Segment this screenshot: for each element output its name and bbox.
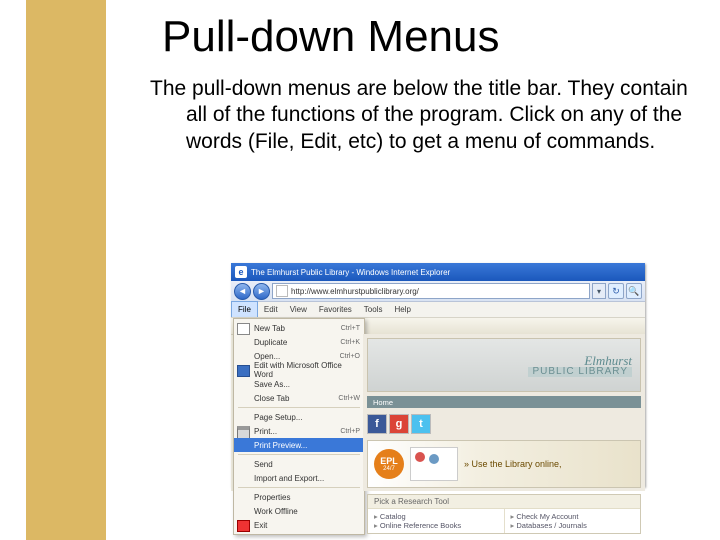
- menu-help[interactable]: Help: [388, 302, 416, 317]
- research-link[interactable]: Databases / Journals: [511, 521, 635, 530]
- address-bar[interactable]: http://www.elmhurstpubliclibrary.org/: [272, 283, 590, 299]
- back-button[interactable]: ◄: [234, 283, 251, 300]
- window-title-bar: e The Elmhurst Public Library - Windows …: [231, 263, 645, 281]
- menu-item-label: Duplicate: [254, 338, 287, 347]
- address-dropdown-button[interactable]: ▾: [592, 283, 606, 299]
- menu-edit[interactable]: Edit: [258, 302, 284, 317]
- menu-favorites[interactable]: Favorites: [313, 302, 358, 317]
- menu-item-shortcut: Ctrl+P: [340, 428, 360, 435]
- promo-text: » Use the Library online,: [464, 459, 562, 469]
- menu-view[interactable]: View: [284, 302, 313, 317]
- window-title-text: The Elmhurst Public Library - Windows In…: [251, 268, 641, 277]
- window-favicon: e: [235, 266, 247, 278]
- research-col-2: Check My Account Databases / Journals: [504, 509, 641, 533]
- address-url: http://www.elmhurstpubliclibrary.org/: [291, 287, 419, 296]
- epl-badge: EPL 24/7: [374, 449, 404, 479]
- menu-item-label: Send: [254, 460, 273, 469]
- tab-icon: [237, 323, 250, 335]
- menu-file[interactable]: File: [231, 301, 258, 317]
- menu-item[interactable]: Save As...: [234, 377, 364, 391]
- slide-content: Pull-down Menus The pull-down menus are …: [140, 12, 690, 165]
- search-button[interactable]: 🔍: [626, 283, 642, 299]
- address-toolbar: ◄ ► http://www.elmhurstpubliclibrary.org…: [231, 281, 645, 302]
- twitter-icon[interactable]: t: [411, 414, 431, 434]
- logo-line-1: Elmhurst: [528, 354, 632, 367]
- menu-item-label: Work Offline: [254, 507, 298, 516]
- menu-item[interactable]: Print... Ctrl+P: [234, 424, 364, 438]
- menu-item[interactable]: Send: [234, 457, 364, 471]
- site-nav[interactable]: Home: [367, 396, 641, 408]
- menu-item[interactable]: Duplicate Ctrl+K: [234, 335, 364, 349]
- social-row: f g t: [367, 414, 641, 434]
- site-banner: Elmhurst PUBLIC LIBRARY: [367, 338, 641, 392]
- browser-screenshot: e The Elmhurst Public Library - Windows …: [231, 263, 645, 487]
- research-col-1: Catalog Online Reference Books: [368, 509, 504, 533]
- exit-icon: [237, 520, 250, 532]
- research-heading: Pick a Research Tool: [368, 495, 640, 509]
- epl-badge-top: EPL: [380, 457, 398, 466]
- menu-item-label: Exit: [254, 521, 267, 530]
- menu-item-shortcut: Ctrl+O: [340, 353, 360, 360]
- menu-item[interactable]: Import and Export...: [234, 471, 364, 485]
- menu-item[interactable]: Edit with Microsoft Office Word: [234, 363, 364, 377]
- forward-button[interactable]: ►: [253, 283, 270, 300]
- epl-badge-bottom: 24/7: [383, 466, 395, 472]
- promo-image: [410, 447, 458, 481]
- accent-band: [26, 0, 106, 540]
- menu-item[interactable]: Work Offline: [234, 504, 364, 518]
- logo-line-2: PUBLIC LIBRARY: [528, 367, 632, 377]
- menu-item[interactable]: New Tab Ctrl+T: [234, 321, 364, 335]
- menu-item-label: Print...: [254, 427, 277, 436]
- page-icon: [276, 285, 288, 297]
- refresh-button[interactable]: ↻: [608, 283, 624, 299]
- menu-item-label: Open...: [254, 352, 280, 361]
- menu-item-label: Close Tab: [254, 394, 289, 403]
- facebook-icon[interactable]: f: [367, 414, 387, 434]
- menu-item-label: Properties: [254, 493, 290, 502]
- google-icon[interactable]: g: [389, 414, 409, 434]
- slide-description: The pull-down menus are below the title …: [150, 76, 690, 155]
- menu-item-shortcut: Ctrl+T: [341, 325, 360, 332]
- menu-item-shortcut: Ctrl+W: [338, 395, 360, 402]
- webpage-area: Elmhurst PUBLIC LIBRARY Home f g t EPL 2…: [363, 334, 645, 491]
- client-area: New Tab Ctrl+T Duplicate Ctrl+K Open... Ctrl+…: [231, 318, 645, 491]
- menu-item-shortcut: Ctrl+K: [340, 339, 360, 346]
- menu-item[interactable]: Exit: [234, 518, 364, 532]
- research-panel: Pick a Research Tool Catalog Online Refe…: [367, 494, 641, 534]
- menu-item[interactable]: Properties: [234, 490, 364, 504]
- menu-item-label: Import and Export...: [254, 474, 324, 483]
- menu-item[interactable]: Page Setup...: [234, 410, 364, 424]
- research-link[interactable]: Check My Account: [511, 512, 635, 521]
- menu-item-label: Print Preview...: [254, 441, 307, 450]
- research-link[interactable]: Online Reference Books: [374, 521, 498, 530]
- word-icon: [237, 365, 250, 377]
- nav-home[interactable]: Home: [373, 398, 393, 407]
- research-link[interactable]: Catalog: [374, 512, 498, 521]
- menu-item-label: New Tab: [254, 324, 285, 333]
- menu-item-label: Save As...: [254, 380, 290, 389]
- file-menu-dropdown: New Tab Ctrl+T Duplicate Ctrl+K Open... Ctrl+…: [233, 318, 365, 535]
- menu-tools[interactable]: Tools: [358, 302, 389, 317]
- promo-banner[interactable]: EPL 24/7 » Use the Library online,: [367, 440, 641, 488]
- menu-item-label: Page Setup...: [254, 413, 302, 422]
- site-logo: Elmhurst PUBLIC LIBRARY: [528, 354, 632, 377]
- menu-item[interactable]: Close Tab Ctrl+W: [234, 391, 364, 405]
- menu-bar: File Edit View Favorites Tools Help: [231, 302, 645, 318]
- menu-item[interactable]: Print Preview...: [234, 438, 364, 452]
- slide-title: Pull-down Menus: [162, 12, 690, 62]
